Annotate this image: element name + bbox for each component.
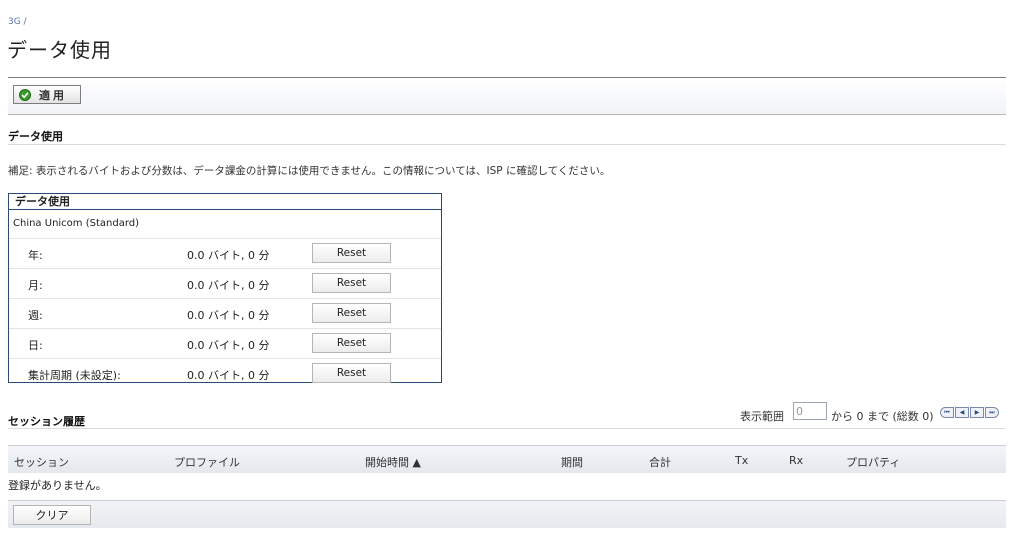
column-session[interactable]: セッション xyxy=(14,454,69,470)
column-profile[interactable]: プロファイル xyxy=(174,454,240,470)
reset-month-button[interactable]: Reset xyxy=(312,273,391,293)
section-title-data-usage: データ使用 xyxy=(8,130,63,143)
usage-row-value: 0.0 バイト, 0 分 xyxy=(187,339,270,352)
apply-label: 適用 xyxy=(39,88,67,102)
breadcrumb[interactable]: 3G / xyxy=(8,17,27,27)
prev-page-icon[interactable]: ◀ xyxy=(955,407,969,418)
session-table-header: セッション プロファイル 開始時間 ▲ 期間 合計 Tx Rx プロパティ xyxy=(8,445,1006,473)
usage-provider: China Unicom (Standard) xyxy=(9,210,441,239)
column-total[interactable]: 合計 xyxy=(649,454,671,470)
usage-row-value: 0.0 バイト, 0 分 xyxy=(187,369,270,382)
range-start-input[interactable] xyxy=(793,402,827,420)
usage-note: 補足: 表示されるバイトおよび分数は、データ課金の計算には使用できません。この情… xyxy=(8,165,611,177)
reset-year-button[interactable]: Reset xyxy=(312,243,391,263)
column-properties[interactable]: プロパティ xyxy=(846,454,900,470)
usage-row-label: 日: xyxy=(28,339,43,352)
last-page-icon[interactable]: ⏭ xyxy=(985,407,999,418)
usage-row-value: 0.0 バイト, 0 分 xyxy=(187,309,270,322)
apply-button[interactable]: 適用 xyxy=(13,85,81,104)
next-page-icon[interactable]: ▶ xyxy=(970,407,984,418)
section-divider xyxy=(8,428,1006,429)
reset-day-button[interactable]: Reset xyxy=(312,333,391,353)
usage-row-value: 0.0 バイト, 0 分 xyxy=(187,249,270,262)
usage-row-label: 集計周期 (未設定): xyxy=(28,369,121,382)
usage-row-year: 年: 0.0 バイト, 0 分 Reset xyxy=(9,239,441,269)
data-usage-panel: データ使用 China Unicom (Standard) 年: 0.0 バイト… xyxy=(8,193,442,383)
clear-button[interactable]: クリア xyxy=(13,505,91,525)
column-start-time[interactable]: 開始時間 ▲ xyxy=(365,454,421,470)
usage-row-label: 週: xyxy=(28,309,43,322)
column-rx[interactable]: Rx xyxy=(789,454,803,467)
column-tx[interactable]: Tx xyxy=(735,454,748,467)
usage-row-week: 週: 0.0 バイト, 0 分 Reset xyxy=(9,299,441,329)
usage-panel-header: データ使用 xyxy=(9,194,441,210)
reset-week-button[interactable]: Reset xyxy=(312,303,391,323)
usage-row-value: 0.0 バイト, 0 分 xyxy=(187,279,270,292)
section-title-session-history: セッション履歴 xyxy=(8,415,85,428)
pager: ⏮ ◀ ▶ ⏭ xyxy=(940,407,999,418)
first-page-icon[interactable]: ⏮ xyxy=(940,407,954,418)
usage-row-month: 月: 0.0 バイト, 0 分 Reset xyxy=(9,269,441,299)
toolbar: 適用 xyxy=(8,77,1006,115)
column-duration[interactable]: 期間 xyxy=(561,454,583,470)
usage-row-label: 年: xyxy=(28,249,43,262)
check-icon xyxy=(19,88,31,101)
range-suffix: から 0 まで (総数 0) xyxy=(831,410,934,423)
section-divider xyxy=(8,144,1006,145)
empty-message: 登録がありません。 xyxy=(8,479,107,492)
usage-row-label: 月: xyxy=(28,279,43,292)
reset-billing-cycle-button[interactable]: Reset xyxy=(312,363,391,383)
range-prefix: 表示範囲 xyxy=(740,410,784,423)
session-table-footer: クリア xyxy=(8,500,1006,528)
usage-row-billing-cycle: 集計周期 (未設定): 0.0 バイト, 0 分 Reset xyxy=(9,359,441,388)
usage-row-day: 日: 0.0 バイト, 0 分 Reset xyxy=(9,329,441,359)
page-title: データ使用 xyxy=(7,38,112,62)
